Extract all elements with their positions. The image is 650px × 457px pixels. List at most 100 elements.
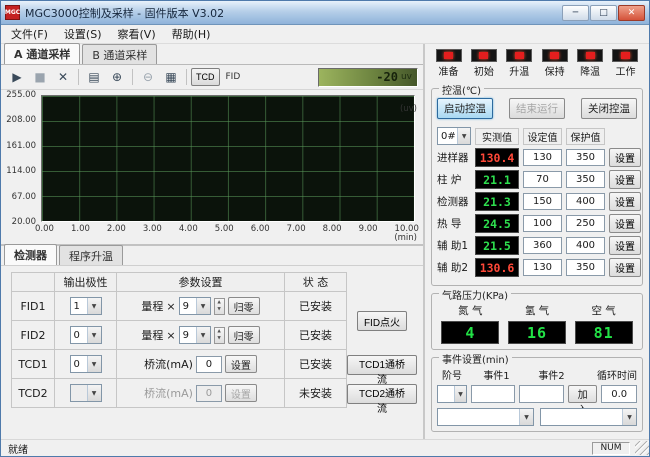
menu-settings[interactable]: 设置(S) — [56, 24, 110, 44]
set-value-field[interactable]: 100 — [523, 215, 562, 232]
tab-channel-a[interactable]: A 通道采样 — [4, 43, 80, 64]
tab-detector[interactable]: 检测器 — [4, 244, 57, 265]
temp-control-buttons: 启动控温 结束运行 关闭控温 — [437, 98, 637, 119]
set-button[interactable]: 设置 — [609, 148, 641, 167]
tcd1-polarity-select[interactable]: 0▼ — [70, 355, 102, 373]
tcd-toggle-button[interactable]: TCD — [191, 68, 220, 86]
delete-icon[interactable]: ✕ — [52, 67, 74, 87]
stage-select[interactable]: ▼ — [437, 385, 467, 403]
tcd1-status: 已安装 — [285, 350, 347, 379]
fid2-polarity-select[interactable]: 0▼ — [70, 326, 102, 344]
close-button[interactable]: ✕ — [618, 5, 645, 21]
menu-help[interactable]: 帮助(H) — [164, 24, 219, 44]
protect-value-field[interactable]: 400 — [566, 237, 605, 254]
x-tick: 2.00 — [107, 224, 126, 234]
zone-selector[interactable]: 0#▼ — [437, 127, 471, 145]
add-event-button[interactable]: 加入 — [568, 385, 597, 403]
y-axis-labels: 255.00 208.00 161.00 114.00 67.00 20.00 — [3, 95, 39, 222]
gas-labels: 氮 气 氢 气 空 气 — [437, 303, 637, 318]
set-value-field[interactable]: 130 — [523, 259, 562, 276]
set-button[interactable]: 设置 — [609, 258, 641, 277]
tcd2-bridge-on-button: TCD2通桥流 — [347, 384, 417, 404]
resize-grip[interactable] — [635, 441, 649, 455]
tcd1-bridge-cell: TCD1通桥流 — [347, 350, 417, 379]
temp-row-aux1: 辅 助1 21.5 360 400 设置 — [437, 236, 637, 255]
chevron-down-icon[interactable]: ▼ — [196, 327, 210, 343]
event-preset-row: ▼ ▼ — [437, 408, 637, 426]
led-label: 准备 — [439, 63, 459, 78]
signal-value: -20 — [376, 70, 398, 84]
led-working: 工作 — [609, 49, 642, 78]
red-led-icon — [444, 52, 453, 59]
measured-lcd: 130.4 — [475, 148, 519, 167]
paste-icon[interactable]: ▤ — [83, 67, 105, 87]
set-button[interactable]: 设置 — [609, 236, 641, 255]
close-temp-button[interactable]: 关闭控温 — [581, 98, 637, 119]
protect-value-field[interactable]: 400 — [566, 193, 605, 210]
event-preset-select-1[interactable]: ▼ — [437, 408, 534, 426]
set-value-field[interactable]: 70 — [523, 171, 562, 188]
combo-value: 1 — [71, 301, 87, 312]
fid2-status: 已安装 — [285, 321, 347, 350]
temp-control-group: 控温(℃) 启动控温 结束运行 关闭控温 0#▼ 实测值 设定值 保护值 进样器… — [431, 88, 643, 286]
spinner-control[interactable]: ▲▼ — [214, 298, 225, 315]
zoom-in-icon[interactable]: ⊕ — [106, 67, 128, 87]
red-led-icon — [515, 52, 524, 59]
play-icon[interactable]: ▶ — [6, 67, 28, 87]
menu-file[interactable]: 文件(F) — [3, 24, 56, 44]
fid2-zero-button[interactable]: 归零 — [228, 326, 260, 344]
fid1-polarity-select[interactable]: 1▼ — [70, 297, 102, 315]
chevron-down-icon: ▼ — [87, 385, 101, 401]
chevron-down-icon[interactable]: ▼ — [87, 327, 101, 343]
set-button[interactable]: 设置 — [609, 214, 641, 233]
chevron-down-icon[interactable]: ▼ — [457, 128, 470, 144]
menu-view[interactable]: 察看(V) — [110, 24, 164, 44]
chevron-down-icon[interactable]: ▼ — [454, 386, 466, 402]
fid2-range-select[interactable]: 9▼ — [179, 326, 211, 344]
fid-ignite-button[interactable]: FID点火 — [357, 311, 407, 331]
zoom-out-icon[interactable]: ⊖ — [137, 67, 159, 87]
set-value-field[interactable]: 360 — [523, 237, 562, 254]
temp-table-header: 0#▼ 实测值 设定值 保护值 — [437, 127, 637, 145]
led-indicator — [506, 49, 532, 62]
stop-icon[interactable]: ■ — [29, 67, 51, 87]
led-indicator — [612, 49, 638, 62]
fid1-zero-button[interactable]: 归零 — [228, 297, 260, 315]
fid1-range-select[interactable]: 9▼ — [179, 297, 211, 315]
protect-value-field[interactable]: 350 — [566, 259, 605, 276]
set-value-field[interactable]: 150 — [523, 193, 562, 210]
end-run-button: 结束运行 — [509, 98, 565, 119]
menu-bar: 文件(F) 设置(S) 察看(V) 帮助(H) — [1, 25, 649, 44]
protect-value-field[interactable]: 250 — [566, 215, 605, 232]
set-button[interactable]: 设置 — [609, 192, 641, 211]
start-temp-button[interactable]: 启动控温 — [437, 98, 493, 119]
chevron-down-icon[interactable]: ▼ — [196, 298, 210, 314]
x-axis-unit: (min) — [394, 233, 417, 243]
x-tick: 7.00 — [287, 224, 306, 234]
set-button[interactable]: 设置 — [609, 170, 641, 189]
protect-value-field[interactable]: 350 — [566, 171, 605, 188]
tcd1-bridge-on-button[interactable]: TCD1通桥流 — [347, 355, 417, 375]
tab-program-temp[interactable]: 程序升温 — [59, 245, 123, 265]
protect-value-field[interactable]: 350 — [566, 149, 605, 166]
spinner-control[interactable]: ▲▼ — [214, 327, 225, 344]
grid-icon[interactable]: ▦ — [160, 67, 182, 87]
chevron-down-icon[interactable]: ▼ — [622, 409, 636, 425]
tcd1-set-button[interactable]: 设置 — [225, 355, 257, 373]
tcd1-bridge-input[interactable]: 0 — [196, 356, 222, 373]
y-tick: 208.00 — [6, 115, 36, 125]
tcd1-polarity-cell: 0▼ — [55, 350, 117, 379]
gas-lcds: 4 16 81 — [437, 321, 637, 344]
event2-input[interactable] — [519, 385, 563, 403]
main-area: A 通道采样 B 通道采样 ▶ ■ ✕ ▤ ⊕ ⊖ ▦ TCD FID -20 … — [1, 44, 649, 441]
tab-channel-b[interactable]: B 通道采样 — [82, 44, 157, 64]
minimize-button[interactable]: ─ — [562, 5, 589, 21]
chevron-down-icon[interactable]: ▼ — [87, 298, 101, 314]
event1-input[interactable] — [471, 385, 515, 403]
set-value-field[interactable]: 130 — [523, 149, 562, 166]
maximize-button[interactable]: □ — [590, 5, 617, 21]
chevron-down-icon[interactable]: ▼ — [87, 356, 101, 372]
event-preset-select-2[interactable]: ▼ — [540, 408, 637, 426]
chevron-down-icon[interactable]: ▼ — [519, 409, 533, 425]
y-tick: 20.00 — [12, 217, 36, 227]
